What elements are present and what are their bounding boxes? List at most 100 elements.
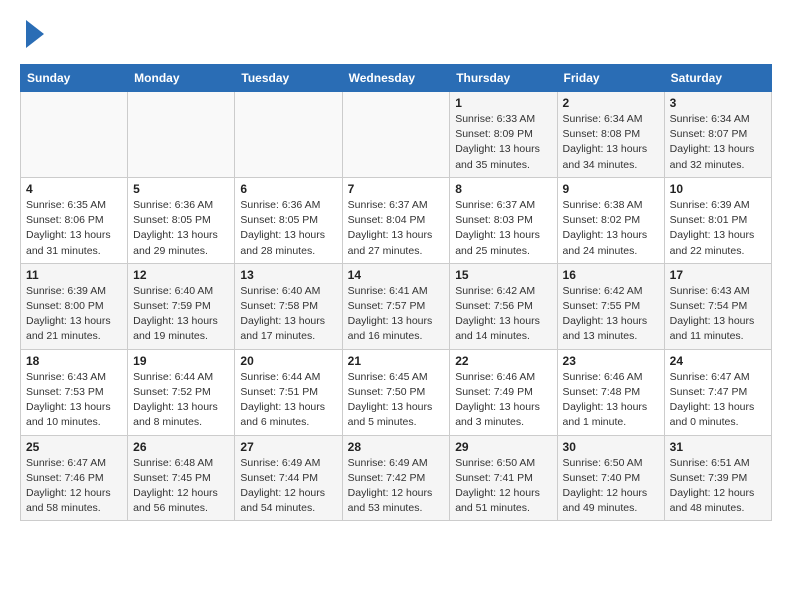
day-number: 12 (133, 268, 229, 282)
day-info: Sunrise: 6:49 AM Sunset: 7:44 PM Dayligh… (240, 456, 336, 517)
day-info: Sunrise: 6:40 AM Sunset: 7:58 PM Dayligh… (240, 284, 336, 345)
day-number: 3 (670, 96, 766, 110)
day-info: Sunrise: 6:36 AM Sunset: 8:05 PM Dayligh… (240, 198, 336, 259)
day-info: Sunrise: 6:47 AM Sunset: 7:47 PM Dayligh… (670, 370, 766, 431)
day-number: 24 (670, 354, 766, 368)
day-info: Sunrise: 6:42 AM Sunset: 7:56 PM Dayligh… (455, 284, 551, 345)
day-number: 9 (563, 182, 659, 196)
day-info: Sunrise: 6:50 AM Sunset: 7:41 PM Dayligh… (455, 456, 551, 517)
calendar-cell: 12 Sunrise: 6:40 AM Sunset: 7:59 PM Dayli… (128, 263, 235, 349)
calendar-cell: 8 Sunrise: 6:37 AM Sunset: 8:03 PM Daylig… (450, 177, 557, 263)
weekday-header-wednesday: Wednesday (342, 65, 450, 92)
calendar-cell: 3 Sunrise: 6:34 AM Sunset: 8:07 PM Daylig… (664, 92, 771, 178)
day-number: 10 (670, 182, 766, 196)
calendar-week-row: 1 Sunrise: 6:33 AM Sunset: 8:09 PM Daylig… (21, 92, 772, 178)
calendar-cell: 9 Sunrise: 6:38 AM Sunset: 8:02 PM Daylig… (557, 177, 664, 263)
page-header (20, 20, 772, 48)
day-info: Sunrise: 6:44 AM Sunset: 7:51 PM Dayligh… (240, 370, 336, 431)
calendar-cell: 14 Sunrise: 6:41 AM Sunset: 7:57 PM Dayli… (342, 263, 450, 349)
calendar-cell: 4 Sunrise: 6:35 AM Sunset: 8:06 PM Daylig… (21, 177, 128, 263)
day-number: 2 (563, 96, 659, 110)
day-info: Sunrise: 6:47 AM Sunset: 7:46 PM Dayligh… (26, 456, 122, 517)
calendar-cell: 26Sunrise: 6:48 AM Sunset: 7:45 PM Dayli… (128, 435, 235, 521)
calendar-cell: 13 Sunrise: 6:40 AM Sunset: 7:58 PM Dayli… (235, 263, 342, 349)
day-number: 30 (563, 440, 659, 454)
day-number: 1 (455, 96, 551, 110)
calendar-cell: 10 Sunrise: 6:39 AM Sunset: 8:01 PM Dayli… (664, 177, 771, 263)
day-info: Sunrise: 6:33 AM Sunset: 8:09 PM Dayligh… (455, 112, 551, 173)
day-info: Sunrise: 6:43 AM Sunset: 7:53 PM Dayligh… (26, 370, 122, 431)
day-info: Sunrise: 6:44 AM Sunset: 7:52 PM Dayligh… (133, 370, 229, 431)
day-number: 25 (26, 440, 122, 454)
day-number: 11 (26, 268, 122, 282)
day-number: 5 (133, 182, 229, 196)
calendar-cell: 30 Sunrise: 6:50 AM Sunset: 7:40 PM Dayli… (557, 435, 664, 521)
day-info: Sunrise: 6:46 AM Sunset: 7:49 PM Dayligh… (455, 370, 551, 431)
day-info: Sunrise: 6:45 AM Sunset: 7:50 PM Dayligh… (348, 370, 445, 431)
day-info: Sunrise: 6:39 AM Sunset: 8:00 PM Dayligh… (26, 284, 122, 345)
day-info: Sunrise: 6:35 AM Sunset: 8:06 PM Dayligh… (26, 198, 122, 259)
calendar-week-row: 18Sunrise: 6:43 AM Sunset: 7:53 PM Dayli… (21, 349, 772, 435)
day-number: 13 (240, 268, 336, 282)
day-number: 23 (563, 354, 659, 368)
day-number: 14 (348, 268, 445, 282)
day-info: Sunrise: 6:46 AM Sunset: 7:48 PM Dayligh… (563, 370, 659, 431)
day-info: Sunrise: 6:49 AM Sunset: 7:42 PM Dayligh… (348, 456, 445, 517)
day-info: Sunrise: 6:48 AM Sunset: 7:45 PM Dayligh… (133, 456, 229, 517)
calendar-cell (128, 92, 235, 178)
calendar-cell (235, 92, 342, 178)
day-info: Sunrise: 6:40 AM Sunset: 7:59 PM Dayligh… (133, 284, 229, 345)
day-number: 6 (240, 182, 336, 196)
calendar-cell: 23 Sunrise: 6:46 AM Sunset: 7:48 PM Dayli… (557, 349, 664, 435)
calendar-cell: 7Sunrise: 6:37 AM Sunset: 8:04 PM Daylig… (342, 177, 450, 263)
calendar-cell (342, 92, 450, 178)
day-info: Sunrise: 6:42 AM Sunset: 7:55 PM Dayligh… (563, 284, 659, 345)
day-number: 28 (348, 440, 445, 454)
calendar-cell: 28 Sunrise: 6:49 AM Sunset: 7:42 PM Dayli… (342, 435, 450, 521)
day-info: Sunrise: 6:38 AM Sunset: 8:02 PM Dayligh… (563, 198, 659, 259)
day-info: Sunrise: 6:50 AM Sunset: 7:40 PM Dayligh… (563, 456, 659, 517)
day-number: 22 (455, 354, 551, 368)
calendar-cell: 20Sunrise: 6:44 AM Sunset: 7:51 PM Dayli… (235, 349, 342, 435)
day-number: 27 (240, 440, 336, 454)
calendar-cell: 18Sunrise: 6:43 AM Sunset: 7:53 PM Dayli… (21, 349, 128, 435)
calendar-week-row: 11 Sunrise: 6:39 AM Sunset: 8:00 PM Dayli… (21, 263, 772, 349)
weekday-header-sunday: Sunday (21, 65, 128, 92)
weekday-header-monday: Monday (128, 65, 235, 92)
calendar-cell: 29 Sunrise: 6:50 AM Sunset: 7:41 PM Dayli… (450, 435, 557, 521)
logo-arrow-icon (26, 20, 44, 48)
calendar-cell: 31 Sunrise: 6:51 AM Sunset: 7:39 PM Dayli… (664, 435, 771, 521)
day-info: Sunrise: 6:43 AM Sunset: 7:54 PM Dayligh… (670, 284, 766, 345)
day-number: 16 (563, 268, 659, 282)
day-info: Sunrise: 6:34 AM Sunset: 8:07 PM Dayligh… (670, 112, 766, 173)
calendar-cell: 25 Sunrise: 6:47 AM Sunset: 7:46 PM Dayli… (21, 435, 128, 521)
calendar-cell (21, 92, 128, 178)
day-info: Sunrise: 6:39 AM Sunset: 8:01 PM Dayligh… (670, 198, 766, 259)
calendar-cell: 21 Sunrise: 6:45 AM Sunset: 7:50 PM Dayli… (342, 349, 450, 435)
day-info: Sunrise: 6:36 AM Sunset: 8:05 PM Dayligh… (133, 198, 229, 259)
day-info: Sunrise: 6:37 AM Sunset: 8:03 PM Dayligh… (455, 198, 551, 259)
calendar-week-row: 25 Sunrise: 6:47 AM Sunset: 7:46 PM Dayli… (21, 435, 772, 521)
calendar-cell: 11 Sunrise: 6:39 AM Sunset: 8:00 PM Dayli… (21, 263, 128, 349)
day-info: Sunrise: 6:51 AM Sunset: 7:39 PM Dayligh… (670, 456, 766, 517)
day-number: 19 (133, 354, 229, 368)
weekday-header-thursday: Thursday (450, 65, 557, 92)
day-info: Sunrise: 6:34 AM Sunset: 8:08 PM Dayligh… (563, 112, 659, 173)
calendar-cell: 17Sunrise: 6:43 AM Sunset: 7:54 PM Dayli… (664, 263, 771, 349)
calendar-cell: 24 Sunrise: 6:47 AM Sunset: 7:47 PM Dayli… (664, 349, 771, 435)
weekday-header-saturday: Saturday (664, 65, 771, 92)
day-number: 29 (455, 440, 551, 454)
logo (20, 20, 44, 48)
calendar-cell: 15 Sunrise: 6:42 AM Sunset: 7:56 PM Dayli… (450, 263, 557, 349)
day-info: Sunrise: 6:37 AM Sunset: 8:04 PM Dayligh… (348, 198, 445, 259)
calendar-cell: 19 Sunrise: 6:44 AM Sunset: 7:52 PM Dayli… (128, 349, 235, 435)
weekday-header-row: SundayMondayTuesdayWednesdayThursdayFrid… (21, 65, 772, 92)
day-number: 4 (26, 182, 122, 196)
day-number: 15 (455, 268, 551, 282)
day-info: Sunrise: 6:41 AM Sunset: 7:57 PM Dayligh… (348, 284, 445, 345)
day-number: 8 (455, 182, 551, 196)
day-number: 21 (348, 354, 445, 368)
calendar-cell: 5 Sunrise: 6:36 AM Sunset: 8:05 PM Daylig… (128, 177, 235, 263)
day-number: 31 (670, 440, 766, 454)
weekday-header-friday: Friday (557, 65, 664, 92)
